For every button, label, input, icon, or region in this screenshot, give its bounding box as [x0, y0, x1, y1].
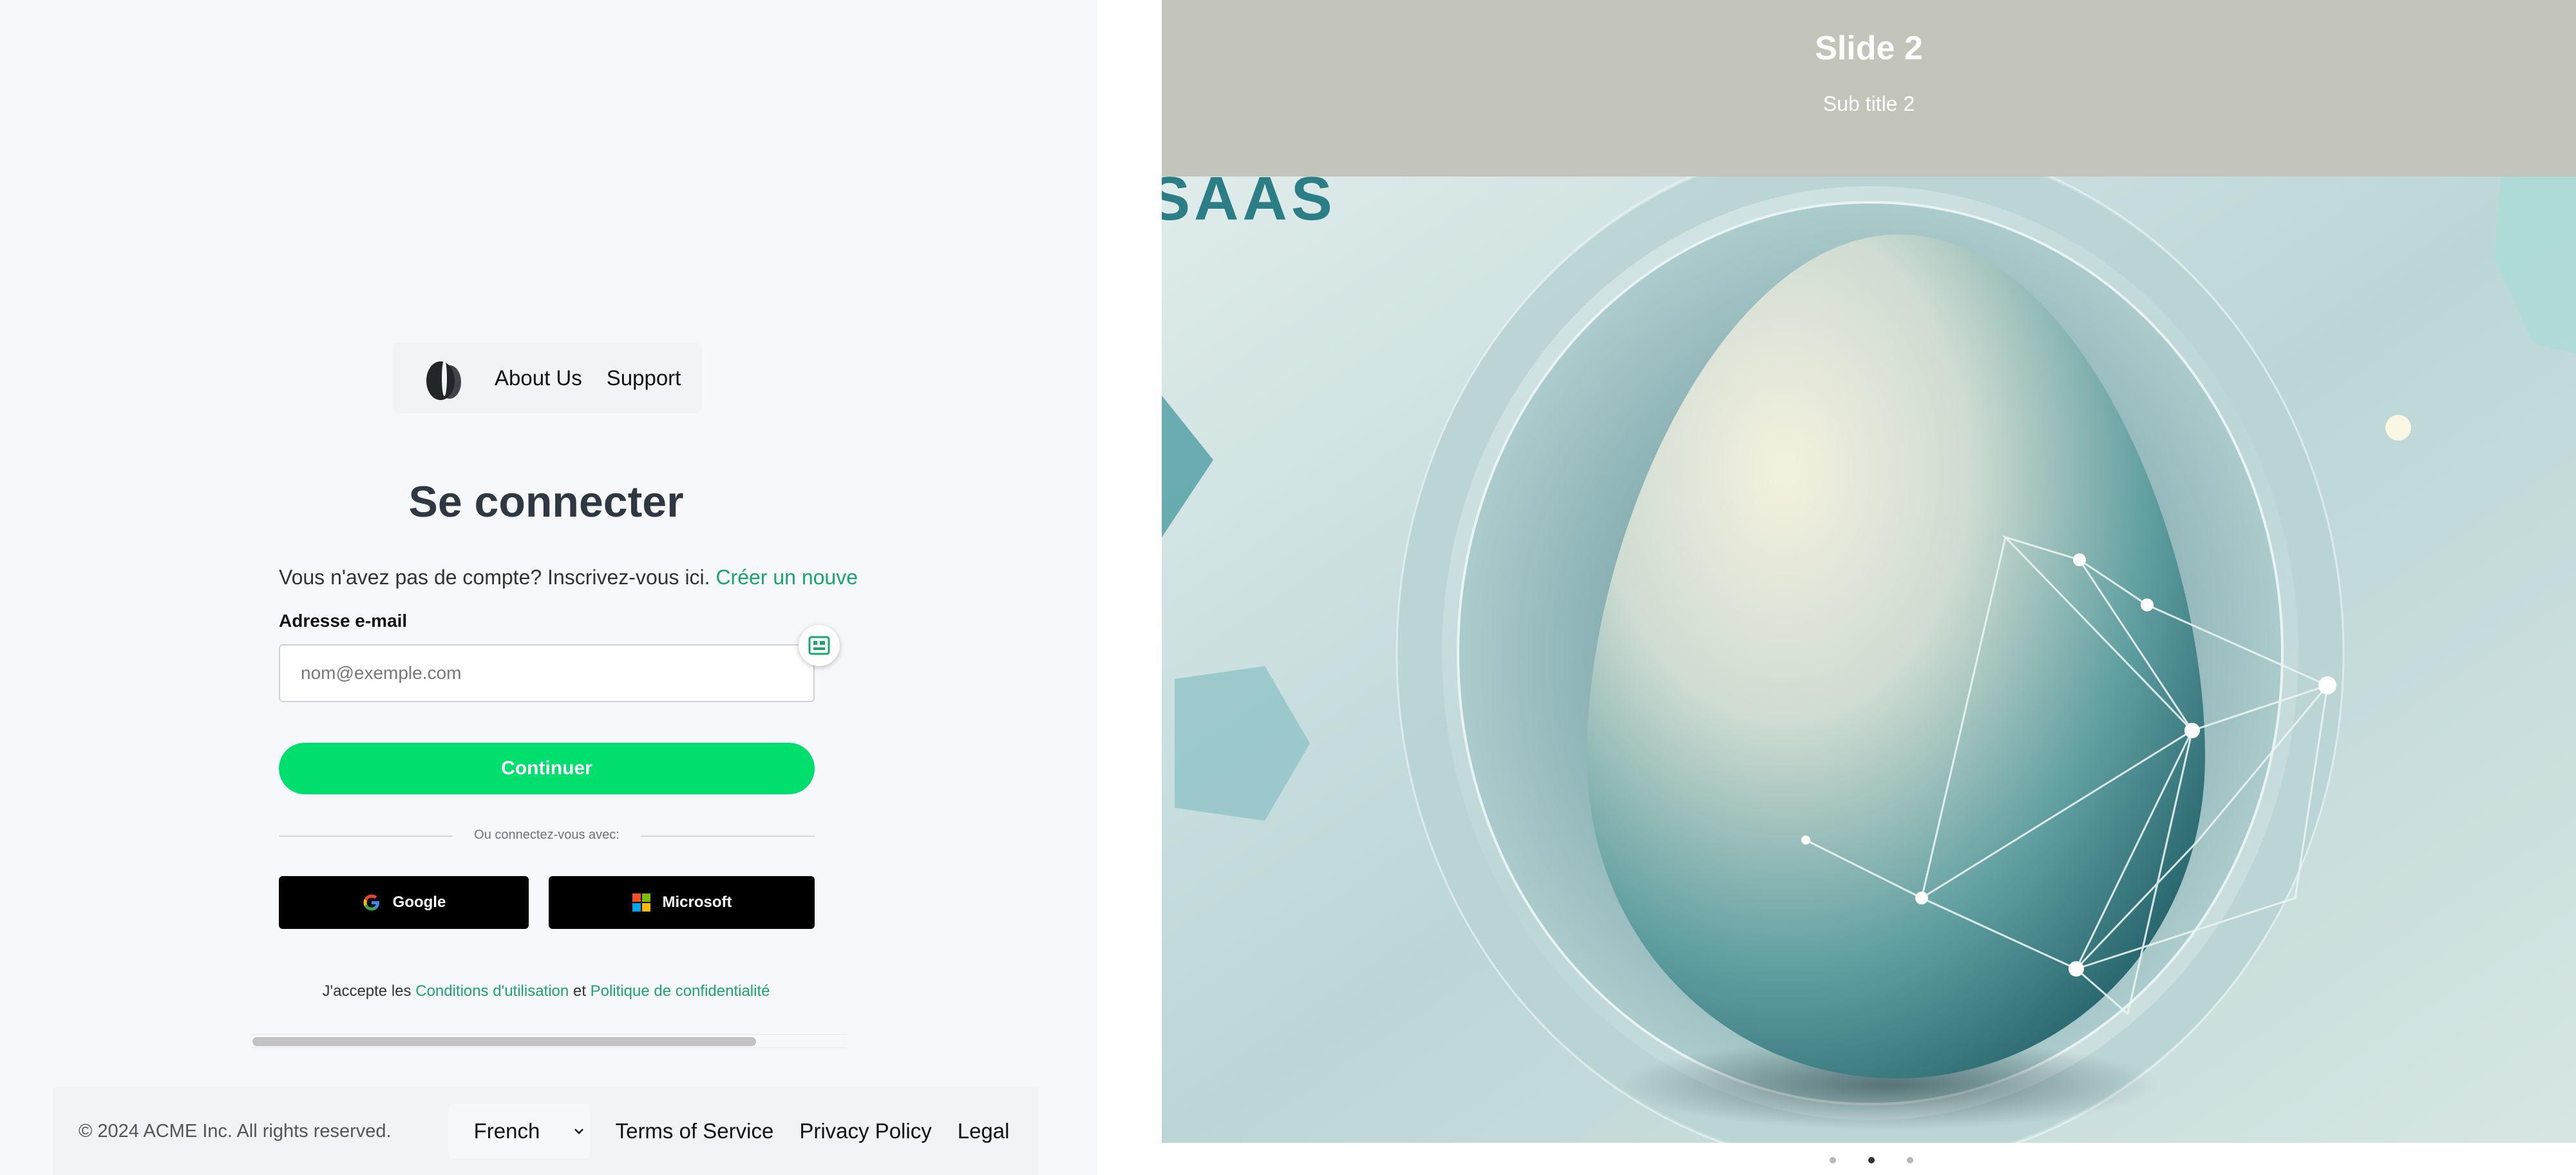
- copyright-text: © 2024 ACME Inc. All rights reserved.: [79, 1120, 392, 1142]
- carousel: Slide 2 Sub title 2 SAAS: [1162, 0, 2576, 1175]
- chevron-down-icon: [574, 1129, 584, 1134]
- terms-and: et: [573, 982, 586, 1000]
- carousel-dots: [1162, 1153, 2576, 1166]
- email-label: Adresse e-mail: [279, 611, 408, 631]
- footer-legal-link[interactable]: Legal: [958, 1119, 1010, 1143]
- carousel-dot-1[interactable]: [1830, 1157, 1836, 1163]
- footer: © 2024 ACME Inc. All rights reserved. Fr…: [53, 1087, 1038, 1175]
- google-button-label: Google: [392, 893, 446, 911]
- footer-privacy-link[interactable]: Privacy Policy: [799, 1119, 931, 1143]
- language-value: French: [473, 1119, 540, 1143]
- slide-image: SAAS: [1162, 177, 2576, 1143]
- or-divider: Ou connectez-vous avec:: [279, 828, 815, 843]
- microsoft-icon: [632, 893, 650, 912]
- language-select[interactable]: French: [448, 1104, 590, 1158]
- top-nav: About Us Support: [393, 343, 702, 414]
- continue-button[interactable]: Continuer: [279, 743, 815, 794]
- signup-prompt-text: Vous n'avez pas de compte? Inscrivez-vou…: [279, 566, 710, 589]
- privacy-policy-link[interactable]: Politique de confidentialité: [591, 982, 770, 1000]
- google-signin-button[interactable]: Google: [279, 876, 529, 929]
- terms-consent: J'accepte les Conditions d'utilisation e…: [278, 982, 814, 1000]
- google-icon: [363, 894, 379, 911]
- nav-about-link[interactable]: About Us: [495, 366, 582, 390]
- egg-illustration: [1162, 177, 2576, 1143]
- slide-image-text: SAAS: [1162, 177, 1336, 233]
- contact-card-icon: [808, 636, 830, 655]
- nav-support-link[interactable]: Support: [607, 366, 681, 390]
- divider-line-right: [641, 836, 815, 837]
- horizontal-scrollbar[interactable]: [251, 1034, 847, 1048]
- footer-terms-link[interactable]: Terms of Service: [616, 1119, 774, 1143]
- signup-prompt: Vous n'avez pas de compte? Inscrivez-vou…: [279, 566, 858, 589]
- page-title: Se connecter: [408, 477, 684, 526]
- carousel-dot-2[interactable]: [1868, 1157, 1875, 1163]
- slide-title: Slide 2: [1815, 30, 1923, 67]
- slide-header: Slide 2 Sub title 2: [1162, 0, 2576, 177]
- egg-logo-icon[interactable]: [416, 351, 470, 405]
- autofill-badge[interactable]: [799, 625, 840, 666]
- microsoft-signin-button[interactable]: Microsoft: [549, 876, 815, 929]
- panel-gutter: [1097, 0, 1162, 1175]
- slide-subtitle: Sub title 2: [1823, 92, 1915, 115]
- terms-prefix: J'accepte les: [322, 982, 412, 1000]
- microsoft-button-label: Microsoft: [662, 893, 732, 911]
- carousel-dot-3[interactable]: [1907, 1157, 1913, 1163]
- terms-of-use-link[interactable]: Conditions d'utilisation: [415, 982, 569, 1000]
- email-field[interactable]: [279, 644, 815, 702]
- create-account-link[interactable]: Créer un nouve: [715, 566, 858, 589]
- login-panel: About Us Support Se connecter Vous n'ave…: [0, 0, 1097, 1175]
- scrollbar-thumb[interactable]: [252, 1037, 756, 1046]
